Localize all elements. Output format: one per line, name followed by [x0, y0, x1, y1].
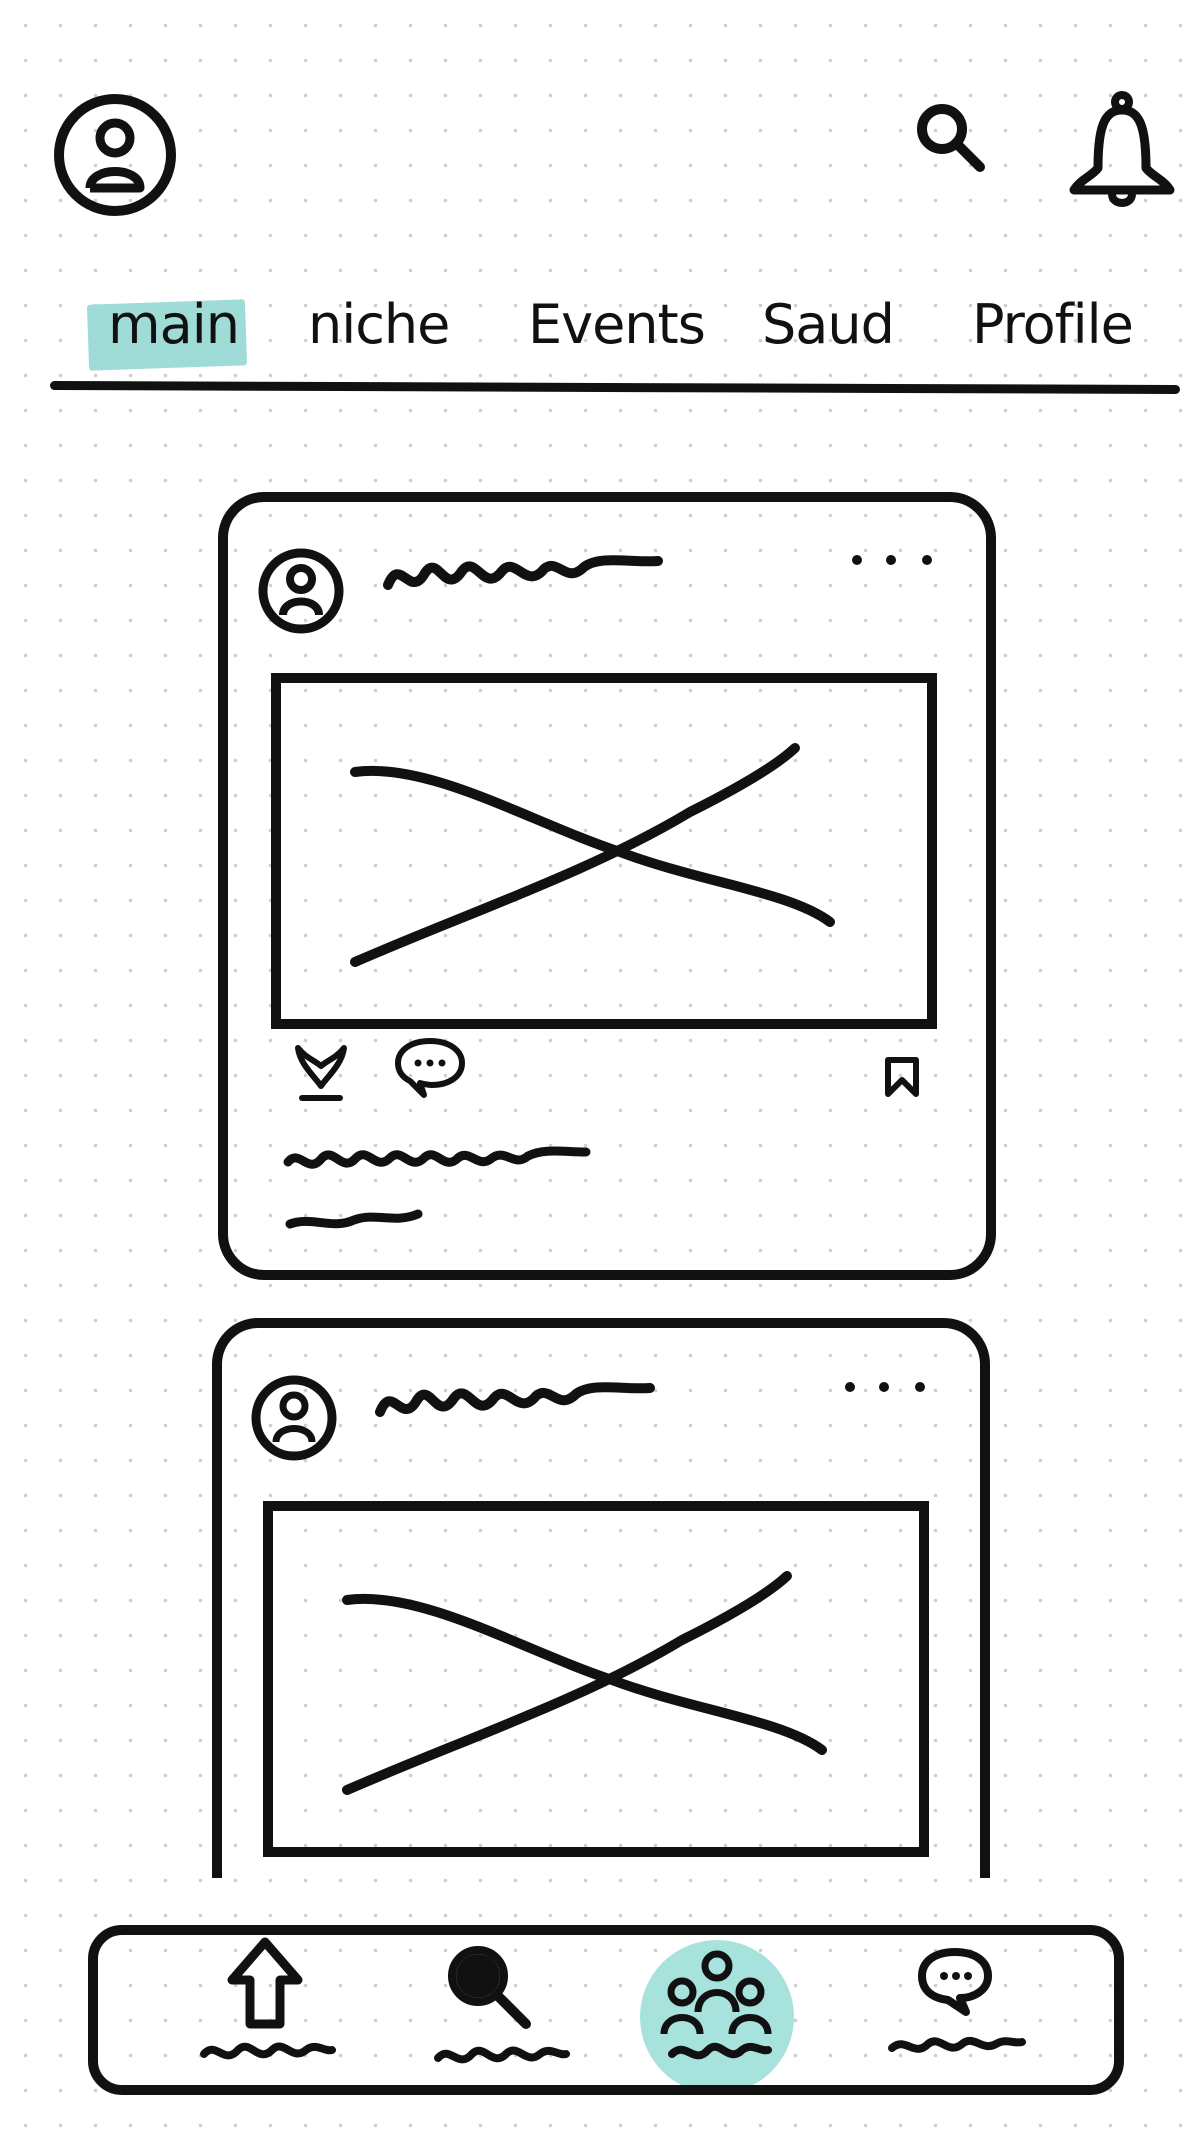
like-button[interactable] [290, 1040, 352, 1106]
tab-saud[interactable]: Saud [762, 290, 895, 360]
post-author-name [380, 545, 665, 605]
chat-icon [888, 1948, 1026, 2053]
nav-home[interactable] [180, 1928, 350, 2088]
tab-events[interactable]: Events [528, 290, 706, 360]
bookmark-icon [885, 1057, 919, 1097]
tab-profile[interactable]: Profile [972, 290, 1134, 360]
tab-niche[interactable]: niche [308, 290, 450, 360]
post-image[interactable] [262, 1500, 930, 1858]
more-horizontal-icon [845, 1382, 925, 1392]
bookmark-button[interactable] [882, 1056, 922, 1098]
home-arrow-icon [200, 1937, 336, 2060]
more-horizontal-icon [852, 555, 932, 565]
nav-community[interactable] [632, 1930, 802, 2090]
post-menu-button[interactable] [838, 1375, 933, 1399]
user-avatar-icon [258, 548, 344, 634]
post-menu-button[interactable] [845, 548, 940, 572]
tab-divider [49, 381, 1181, 394]
bell-icon [1069, 91, 1175, 207]
image-placeholder-icon [263, 1501, 929, 1857]
post-author-avatar[interactable] [255, 545, 347, 637]
notifications-button[interactable] [1060, 88, 1185, 218]
comment-icon [395, 1038, 465, 1098]
user-avatar-icon [251, 1375, 337, 1461]
nav-search[interactable] [410, 1928, 580, 2088]
post-author-name [372, 1372, 657, 1432]
post-image[interactable] [270, 672, 938, 1030]
profile-avatar-button[interactable] [50, 90, 180, 220]
community-icon [660, 1950, 772, 2060]
heart-icon [295, 1045, 347, 1101]
user-avatar-icon [54, 94, 176, 216]
search-icon [434, 1946, 570, 2064]
post-author-avatar[interactable] [248, 1372, 340, 1464]
tab-main[interactable]: main [108, 290, 240, 360]
comment-button[interactable] [392, 1035, 468, 1099]
post-caption [282, 1140, 592, 1240]
search-button[interactable] [908, 95, 998, 185]
search-icon [917, 104, 985, 172]
nav-chat[interactable] [870, 1928, 1040, 2088]
image-placeholder-icon [271, 673, 937, 1029]
